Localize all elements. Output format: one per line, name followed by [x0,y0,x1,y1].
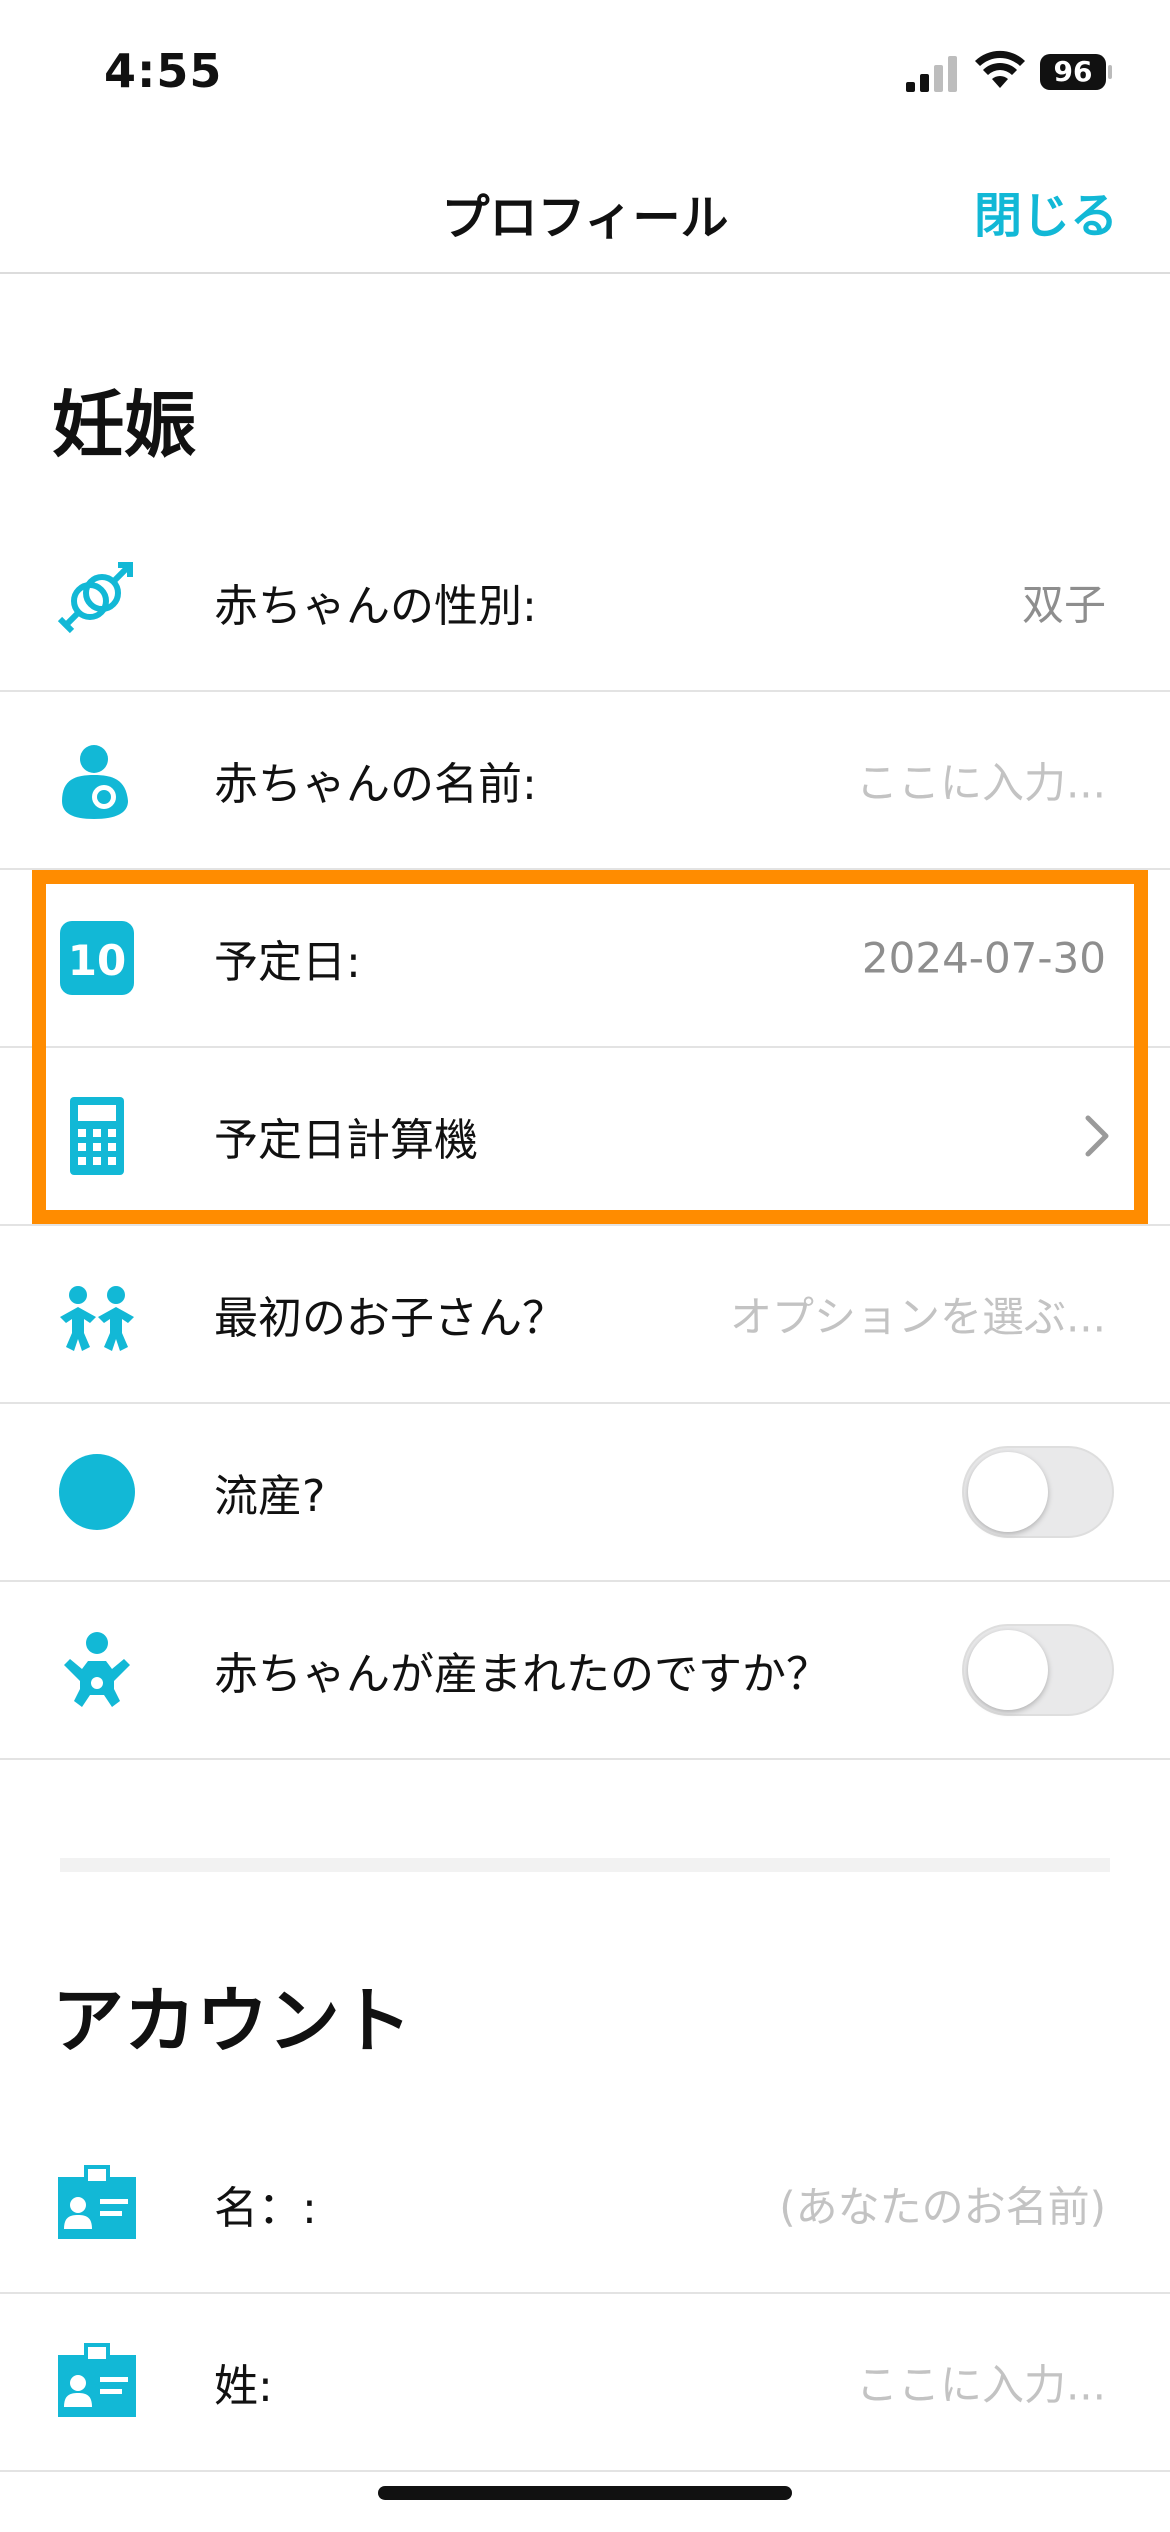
section-title-pregnancy: 妊娠 [52,383,197,467]
baby-born-toggle[interactable] [962,1624,1114,1716]
status-time: 4:55 [104,44,223,98]
toggle-knob [968,1630,1048,1710]
row-label: 赤ちゃんの性別: [214,581,537,632]
calendar-icon-text: 10 [68,936,126,985]
baby-gender-value: 双子 [1021,580,1106,630]
row-label: 予定日計算機 [214,1115,478,1166]
gender-icon [57,562,133,634]
row-label: 赤ちゃんの名前: [214,759,537,810]
last-name-input[interactable]: ここに入力... [856,2352,1106,2413]
section-title-account: アカウント [52,1979,413,2063]
first-name-input[interactable]: (あなたのお名前) [779,2174,1106,2235]
row-label: 赤ちゃんが産まれたのですか？ [214,1649,830,1700]
home-indicator [378,2486,792,2500]
toggle-knob [968,1452,1048,1532]
battery-icon: 96 [1040,54,1112,90]
chevron-right-icon [1085,1115,1109,1157]
row-due-date-calculator[interactable]: 予定日計算機 [0,1048,1170,1226]
cellular-signal-icon [906,56,957,92]
row-first-child[interactable]: 最初のお子さん？ オプションを選ぶ... [0,1226,1170,1404]
row-label: 最初のお子さん？ [214,1293,566,1344]
due-date-value[interactable]: 2024-07-30 [862,934,1106,983]
id-card-icon [58,2165,136,2239]
row-label: 予定日: [214,937,361,988]
circle-icon [59,1454,135,1530]
calculator-icon [70,1097,124,1175]
status-bar: 4:55 96 [0,0,1170,150]
battery-level: 96 [1040,54,1106,90]
row-miscarriage: 流産? [0,1404,1170,1582]
miscarriage-toggle[interactable] [962,1446,1114,1538]
row-last-name[interactable]: 姓: ここに入力... [0,2294,1170,2472]
baby-icon [64,1632,130,1707]
row-label: 姓: [214,2361,273,2412]
row-baby-name[interactable]: 赤ちゃんの名前: ここに入力... [0,692,1170,870]
first-child-select[interactable]: オプションを選ぶ... [730,1284,1106,1345]
row-baby-gender[interactable]: 赤ちゃんの性別: 双子 [0,514,1170,692]
row-first-name[interactable]: 名：: (あなたのお名前) [0,2116,1170,2294]
baby-name-input[interactable]: ここに入力... [856,750,1106,811]
id-card-icon [58,2343,136,2417]
calendar-icon: 10 [60,921,134,995]
close-button[interactable]: 閉じる [974,176,1118,246]
row-label: 名：: [214,2183,317,2234]
nav-bar: プロフィール 閉じる [0,150,1170,274]
section-divider [60,1858,1110,1872]
row-due-date[interactable]: 10 予定日: 2024-07-30 [0,870,1170,1048]
row-label: 流産? [214,1471,326,1522]
row-baby-born: 赤ちゃんが産まれたのですか？ [0,1582,1170,1760]
wifi-icon [975,50,1025,88]
children-icon [60,1286,134,1351]
baby-name-icon [62,745,128,819]
